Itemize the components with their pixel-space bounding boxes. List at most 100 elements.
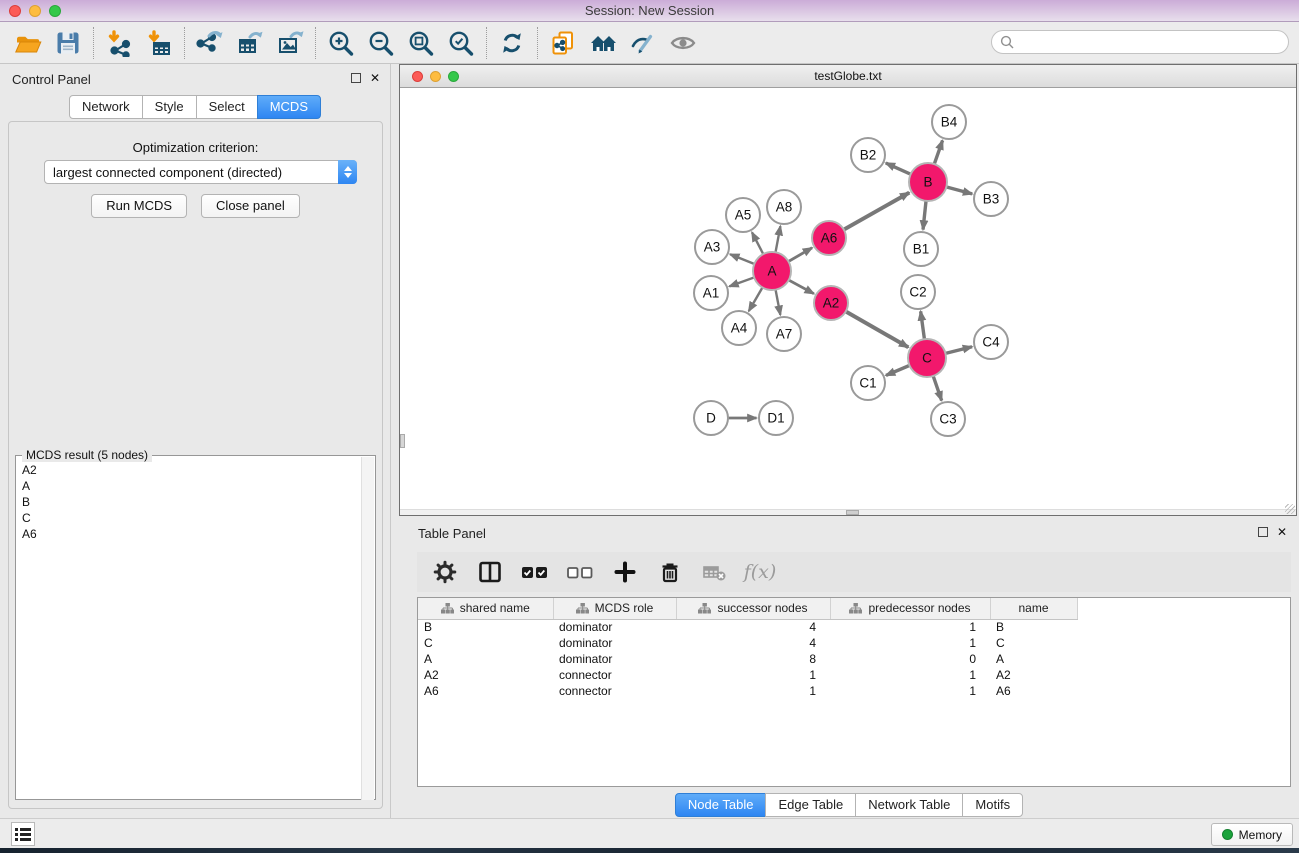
horizontal-scrollbar[interactable]	[400, 509, 1296, 515]
table-cell[interactable]: A	[990, 651, 1077, 667]
import-table-icon[interactable]	[139, 25, 179, 61]
node-A4[interactable]: A4	[722, 311, 756, 345]
zoom-selected-icon[interactable]	[441, 25, 481, 61]
result-item[interactable]: A6	[17, 526, 362, 542]
network-canvas[interactable]: AA1A2A3A4A5A6A7A8BB1B2B3B4CC1C2C3C4DD1	[400, 88, 1296, 509]
column-header-shared-name[interactable]: shared name	[418, 598, 553, 619]
column-browser-icon[interactable]	[475, 557, 505, 587]
table-tab-motifs[interactable]: Motifs	[962, 793, 1023, 817]
delete-row-icon[interactable]	[655, 557, 685, 587]
export-table-icon[interactable]	[230, 25, 270, 61]
tab-select[interactable]: Select	[196, 95, 258, 119]
table-row[interactable]: Cdominator41C	[418, 635, 1290, 651]
network-window-titlebar[interactable]: testGlobe.txt	[400, 65, 1296, 88]
table-cell[interactable]: dominator	[553, 619, 676, 635]
table-cell[interactable]: C	[418, 635, 553, 651]
vertical-scroll-handle[interactable]	[400, 434, 405, 448]
table-cell[interactable]: 1	[830, 667, 990, 683]
close-panel-button[interactable]: Close panel	[201, 194, 300, 218]
table-tab-node-table[interactable]: Node Table	[675, 793, 767, 817]
table-cell[interactable]: 4	[676, 619, 830, 635]
result-list-scrollbar[interactable]	[361, 457, 374, 800]
table-row[interactable]: A2connector11A2	[418, 667, 1290, 683]
column-header-name[interactable]: name	[990, 598, 1077, 619]
graphics-details-icon[interactable]	[623, 25, 663, 61]
close-window-button[interactable]	[9, 5, 21, 17]
zoom-fit-icon[interactable]	[401, 25, 441, 61]
node-A7[interactable]: A7	[767, 317, 801, 351]
resize-grip[interactable]	[1285, 504, 1295, 514]
node-D1[interactable]: D1	[759, 401, 793, 435]
node-C[interactable]: C	[908, 339, 946, 377]
node-B4[interactable]: B4	[932, 105, 966, 139]
clone-network-icon[interactable]	[543, 25, 583, 61]
table-cell[interactable]: A2	[418, 667, 553, 683]
node-A3[interactable]: A3	[695, 230, 729, 264]
node-B[interactable]: B	[909, 163, 947, 201]
zoom-out-icon[interactable]	[361, 25, 401, 61]
settings-gear-icon[interactable]	[430, 557, 460, 587]
save-session-icon[interactable]	[48, 25, 88, 61]
table-row[interactable]: Bdominator41B	[418, 619, 1290, 635]
close-table-panel-icon[interactable]: ✕	[1277, 527, 1287, 537]
column-header-successor-nodes[interactable]: successor nodes	[676, 598, 830, 619]
tab-network[interactable]: Network	[69, 95, 143, 119]
bird-eye-icon[interactable]	[663, 25, 703, 61]
memory-button[interactable]: Memory	[1211, 823, 1293, 846]
node-table[interactable]: shared nameMCDS rolesuccessor nodesprede…	[417, 597, 1291, 787]
table-row[interactable]: Adominator80A	[418, 651, 1290, 667]
result-item[interactable]: B	[17, 494, 362, 510]
table-cell[interactable]: 1	[830, 635, 990, 651]
tab-mcds[interactable]: MCDS	[257, 95, 321, 119]
table-row[interactable]: A6connector11A6	[418, 683, 1290, 699]
export-image-icon[interactable]	[270, 25, 310, 61]
close-network-button[interactable]	[412, 71, 423, 82]
column-header-predecessor-nodes[interactable]: predecessor nodes	[830, 598, 990, 619]
result-item[interactable]: A2	[17, 462, 362, 478]
open-session-icon[interactable]	[8, 25, 48, 61]
table-cell[interactable]: A6	[990, 683, 1077, 699]
table-cell[interactable]: 8	[676, 651, 830, 667]
zoom-window-button[interactable]	[49, 5, 61, 17]
tab-style[interactable]: Style	[142, 95, 197, 119]
column-header-mcds-role[interactable]: MCDS role	[553, 598, 676, 619]
import-network-icon[interactable]	[99, 25, 139, 61]
mcds-result-list[interactable]: A2ABCA6	[17, 462, 362, 792]
table-cell[interactable]: 4	[676, 635, 830, 651]
search-input[interactable]	[1019, 35, 1274, 49]
table-cell[interactable]: 0	[830, 651, 990, 667]
table-cell[interactable]: A2	[990, 667, 1077, 683]
node-A1[interactable]: A1	[694, 276, 728, 310]
node-C1[interactable]: C1	[851, 366, 885, 400]
table-cell[interactable]: C	[990, 635, 1077, 651]
minimize-network-button[interactable]	[430, 71, 441, 82]
table-cell[interactable]: 1	[676, 667, 830, 683]
float-panel-icon[interactable]	[351, 73, 361, 83]
table-tab-edge-table[interactable]: Edge Table	[765, 793, 856, 817]
zoom-network-button[interactable]	[448, 71, 459, 82]
table-cell[interactable]: A6	[418, 683, 553, 699]
table-cell[interactable]: 1	[830, 683, 990, 699]
table-cell[interactable]: dominator	[553, 635, 676, 651]
run-mcds-button[interactable]: Run MCDS	[91, 194, 187, 218]
network-graph[interactable]: AA1A2A3A4A5A6A7A8BB1B2B3B4CC1C2C3C4DD1	[406, 88, 1296, 503]
export-network-icon[interactable]	[190, 25, 230, 61]
table-cell[interactable]: A	[418, 651, 553, 667]
node-B3[interactable]: B3	[974, 182, 1008, 216]
select-all-icon[interactable]	[520, 557, 550, 587]
result-item[interactable]: A	[17, 478, 362, 494]
close-panel-icon[interactable]: ✕	[370, 73, 380, 83]
table-cell[interactable]: 1	[830, 619, 990, 635]
search-box[interactable]	[991, 30, 1289, 54]
criterion-dropdown[interactable]: largest connected component (directed)	[44, 160, 357, 184]
refresh-icon[interactable]	[492, 25, 532, 61]
node-A5[interactable]: A5	[726, 198, 760, 232]
minimize-window-button[interactable]	[29, 5, 41, 17]
float-table-panel-icon[interactable]	[1258, 527, 1268, 537]
table-cell[interactable]: connector	[553, 667, 676, 683]
node-A6[interactable]: A6	[812, 221, 846, 255]
table-cell[interactable]: B	[990, 619, 1077, 635]
node-A8[interactable]: A8	[767, 190, 801, 224]
node-C2[interactable]: C2	[901, 275, 935, 309]
deselect-all-icon[interactable]	[565, 557, 595, 587]
